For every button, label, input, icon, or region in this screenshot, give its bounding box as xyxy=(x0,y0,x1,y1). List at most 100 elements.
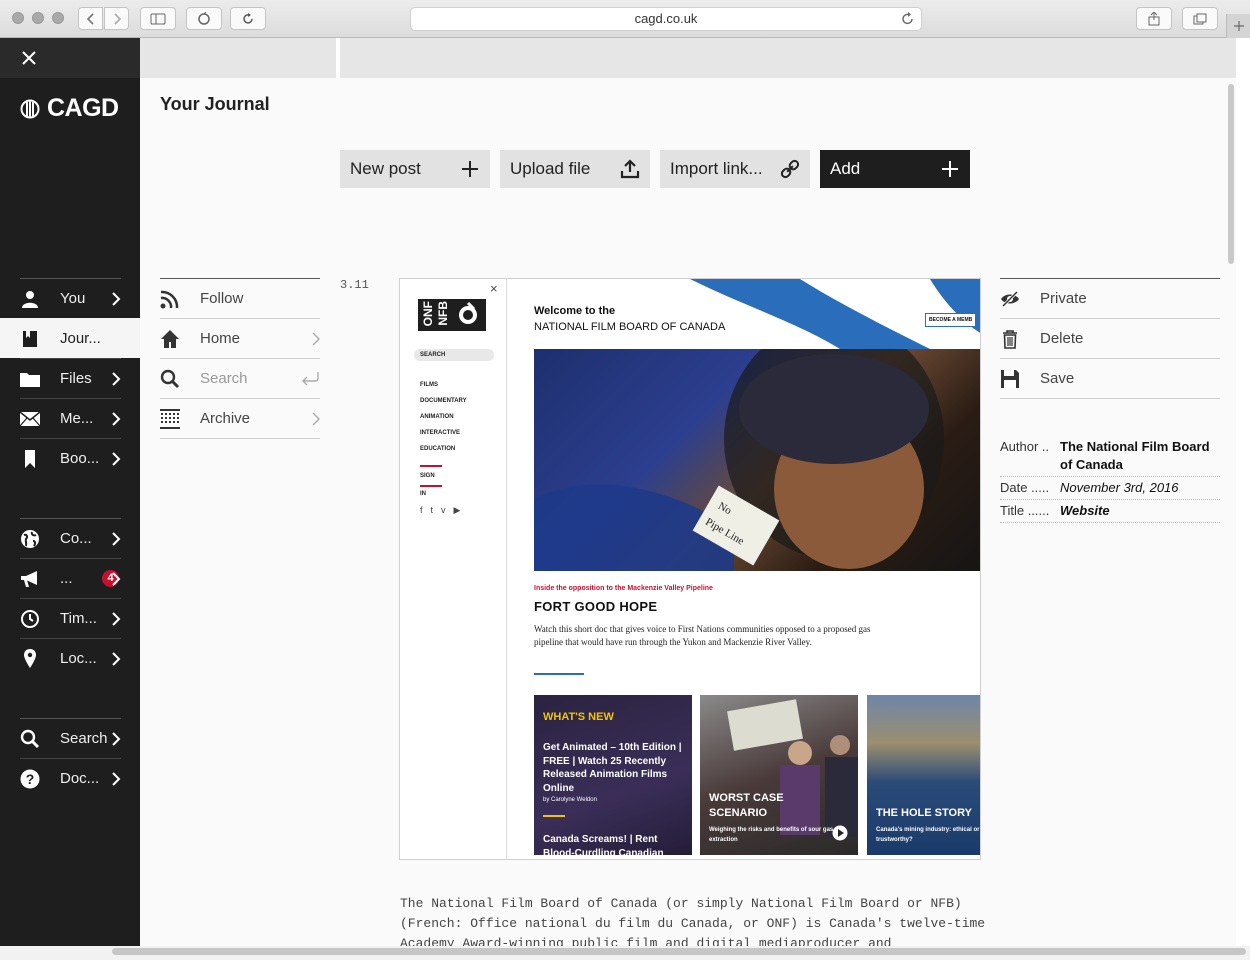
forward-button[interactable] xyxy=(104,7,129,30)
hero-photo: NoPipe Line xyxy=(534,349,944,571)
eye-slash-icon xyxy=(1001,290,1019,308)
search-link[interactable]: Search xyxy=(160,358,320,398)
new-tab-button[interactable] xyxy=(1226,14,1250,38)
sidebar-item-label: ... xyxy=(60,570,73,587)
chevron-right-icon xyxy=(312,332,320,346)
meta-key: Date ..... xyxy=(1000,480,1050,495)
private-button[interactable]: Private xyxy=(1000,278,1220,318)
meta-title-row: Title ...... Website xyxy=(1000,500,1220,523)
bookmark-icon xyxy=(25,450,35,468)
sidebar-item-messages[interactable]: Me... xyxy=(20,398,121,438)
sidebar-item-timeline[interactable]: Tim... xyxy=(20,598,121,638)
extension-button[interactable] xyxy=(186,7,222,30)
sidebar-icon xyxy=(150,13,166,24)
vertical-scrollbar[interactable] xyxy=(1228,84,1234,264)
journal-main: Your Journal New post Upload file Import… xyxy=(140,78,1236,948)
archive-link[interactable]: Archive xyxy=(160,398,320,438)
nfb-welcome-line1: Welcome to the xyxy=(534,305,616,317)
sidebar-item-locations[interactable]: Loc... xyxy=(20,638,121,678)
refresh-icon xyxy=(243,12,253,24)
chevron-right-icon xyxy=(112,612,121,626)
sidebar-item-files[interactable]: Files xyxy=(20,358,121,398)
sidebar-item-search[interactable]: Search xyxy=(20,718,121,758)
share-button[interactable] xyxy=(1136,7,1172,30)
sidebar-toggle-button[interactable] xyxy=(140,7,176,30)
horizontal-scrollbar[interactable] xyxy=(112,948,1246,955)
chevron-right-icon xyxy=(112,732,121,746)
nfb-become-member: BECOME A MEMB xyxy=(925,313,977,327)
reload-extension-icon xyxy=(198,11,210,25)
close-sidebar-button[interactable] xyxy=(0,38,140,78)
user-icon xyxy=(22,291,38,308)
import-link-button[interactable]: Import link... xyxy=(660,150,810,188)
home-link[interactable]: Home xyxy=(160,318,320,358)
nfb-welcome-line2: NATIONAL FILM BOARD OF CANADA xyxy=(534,321,726,333)
search-icon xyxy=(160,369,180,389)
zoom-window-button[interactable] xyxy=(52,12,64,24)
sidebar-nav-middle: Co... ... 4 Tim... Loc... xyxy=(0,518,140,678)
nfb-search: SEARCH xyxy=(414,349,494,361)
sidebar-item-documentation[interactable]: ? Doc... xyxy=(20,758,121,798)
journal-icon xyxy=(23,331,37,347)
address-bar[interactable]: cagd.co.uk xyxy=(410,7,922,31)
chevron-right-icon xyxy=(112,412,121,426)
nfb-card-worst-case: WORST CASE SCENARIO Weighing the risks a… xyxy=(700,695,858,855)
private-label: Private xyxy=(1040,290,1087,307)
delete-button[interactable]: Delete xyxy=(1000,318,1220,358)
save-label: Save xyxy=(1040,370,1075,387)
chevron-left-icon xyxy=(86,12,94,25)
nav-divider xyxy=(160,438,320,439)
sidebar-item-you[interactable]: You xyxy=(20,278,121,318)
nfb-menu-item: ANIMATION xyxy=(420,414,454,420)
top-strip-left xyxy=(140,38,336,78)
sidebar-item-label: Files xyxy=(60,370,92,387)
nfb-menu-item: INTERACTIVE xyxy=(420,430,461,436)
tabs-button[interactable] xyxy=(1182,7,1218,30)
sidebar-item-bookmarks[interactable]: Boo... xyxy=(20,438,121,478)
chevron-right-icon xyxy=(312,412,320,426)
svg-text:?: ? xyxy=(26,771,35,787)
sidebar-item-notifications[interactable]: ... 4 xyxy=(20,558,121,598)
reload-icon[interactable] xyxy=(901,12,915,26)
close-icon xyxy=(22,51,36,65)
logo[interactable]: CAGD xyxy=(20,94,119,123)
browser-toolbar: cagd.co.uk xyxy=(0,0,1250,38)
actions-divider xyxy=(1000,398,1220,399)
home-icon xyxy=(161,330,179,348)
cagd-logo-icon xyxy=(20,99,40,118)
sidebar-item-label: Tim... xyxy=(60,610,97,627)
back-button[interactable] xyxy=(78,7,103,30)
folder-icon xyxy=(20,373,40,387)
nfb-film-title: FORT GOOD HOPE xyxy=(534,599,658,614)
sidebar-item-journal[interactable]: Jour... xyxy=(0,318,140,358)
help-icon: ? xyxy=(20,769,40,789)
nfb-social-icons: f t v ▶ xyxy=(420,505,460,516)
nfb-menu-item: EDUCATION xyxy=(420,446,456,452)
upload-file-button[interactable]: Upload file xyxy=(500,150,650,188)
rss-icon xyxy=(160,290,179,309)
plus-icon xyxy=(462,161,478,177)
nfb-logo: ONF NFB xyxy=(418,299,486,331)
plus-icon xyxy=(942,161,958,177)
nfb-menu-item: FILMS xyxy=(420,382,438,388)
minimize-window-button[interactable] xyxy=(32,12,44,24)
sidebar-item-label: Loc... xyxy=(60,650,97,667)
card-byline: by Carolyne Weldon xyxy=(543,797,597,803)
new-post-button[interactable]: New post xyxy=(340,150,490,188)
top-strip-right xyxy=(340,38,1236,78)
trash-icon xyxy=(1003,330,1017,349)
card-underline xyxy=(543,815,565,817)
post-image[interactable]: × ONF NFB SEARCH FILMS DOCUMENTARY ANIMA… xyxy=(399,278,981,860)
close-window-button[interactable] xyxy=(12,12,24,24)
nfb-hero-image: No Pipe Line xyxy=(534,349,980,571)
add-button[interactable]: Add xyxy=(820,150,970,188)
refresh-button[interactable] xyxy=(230,7,266,30)
chevron-right-icon xyxy=(113,12,121,25)
save-button[interactable]: Save xyxy=(1000,358,1220,398)
twitter-icon: t xyxy=(430,505,434,515)
sidebar-item-community[interactable]: Co... xyxy=(20,518,121,558)
journal-nav: Follow Home Search Archive xyxy=(160,278,320,439)
upload-icon xyxy=(620,159,640,179)
follow-link[interactable]: Follow xyxy=(160,278,320,318)
post-description: The National Film Board of Canada (or si… xyxy=(400,896,986,948)
